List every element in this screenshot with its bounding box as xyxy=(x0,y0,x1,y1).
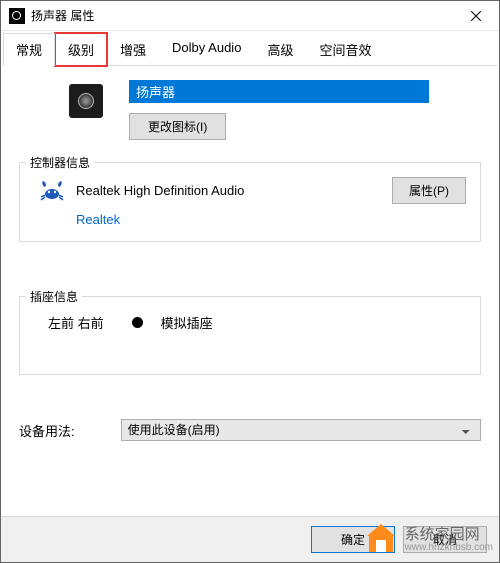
usage-row: 设备用法: 使用此设备(启用) xyxy=(19,419,481,441)
watermark-url: www.hnzkhbsb.com xyxy=(405,542,493,553)
controller-name: Realtek High Definition Audio xyxy=(76,183,382,198)
tab-general[interactable]: 常规 xyxy=(3,33,55,66)
name-column: 更改图标(I) xyxy=(129,80,481,140)
close-icon xyxy=(471,11,481,21)
controller-properties-button[interactable]: 属性(P) xyxy=(392,177,466,204)
change-icon-button[interactable]: 更改图标(I) xyxy=(129,113,226,140)
tab-dolby[interactable]: Dolby Audio xyxy=(159,33,254,66)
close-button[interactable] xyxy=(453,1,499,31)
jack-fieldset: 插座信息 左前 右前 模拟插座 xyxy=(19,296,481,375)
tab-bar: 常规 级别 增强 Dolby Audio 高级 空间音效 xyxy=(1,31,499,66)
jack-row: 左前 右前 模拟插座 xyxy=(48,313,466,332)
usage-select[interactable]: 使用此设备(启用) xyxy=(121,419,481,441)
speaker-icon xyxy=(69,84,103,118)
tab-advanced[interactable]: 高级 xyxy=(254,33,306,66)
watermark-title: 系统家园网 xyxy=(405,523,493,544)
controller-vendor: Realtek xyxy=(76,212,466,227)
titlebar: 扬声器 属性 xyxy=(1,1,499,31)
device-header-row: 更改图标(I) xyxy=(69,80,481,140)
watermark-text-block: 系统家园网 www.hnzkhbsb.com xyxy=(405,523,493,553)
device-name-input[interactable] xyxy=(129,80,429,103)
tab-spatial[interactable]: 空间音效 xyxy=(306,33,384,66)
usage-label: 设备用法: xyxy=(19,421,75,440)
watermark-logo-icon xyxy=(363,520,399,556)
jack-position: 左前 右前 xyxy=(48,313,104,332)
window-title: 扬声器 属性 xyxy=(31,7,453,24)
tab-levels[interactable]: 级别 xyxy=(55,33,107,66)
jack-type: 模拟插座 xyxy=(161,313,213,332)
controller-legend: 控制器信息 xyxy=(26,154,94,171)
watermark: 系统家园网 www.hnzkhbsb.com xyxy=(363,520,493,556)
tab-enhancements[interactable]: 增强 xyxy=(107,33,159,66)
tab-content: 更改图标(I) 控制器信息 Realtek High Definition Au… xyxy=(1,66,499,516)
controller-fieldset: 控制器信息 Realtek High Definition Audio 属性(P… xyxy=(19,162,481,242)
properties-window: 扬声器 属性 常规 级别 增强 Dolby Audio 高级 空间音效 更改图标… xyxy=(0,0,500,563)
speaker-app-icon xyxy=(9,8,25,24)
realtek-crab-icon xyxy=(38,179,66,203)
controller-row: Realtek High Definition Audio 属性(P) xyxy=(34,177,466,204)
jack-legend: 插座信息 xyxy=(26,288,82,305)
jack-color-dot xyxy=(132,317,143,328)
